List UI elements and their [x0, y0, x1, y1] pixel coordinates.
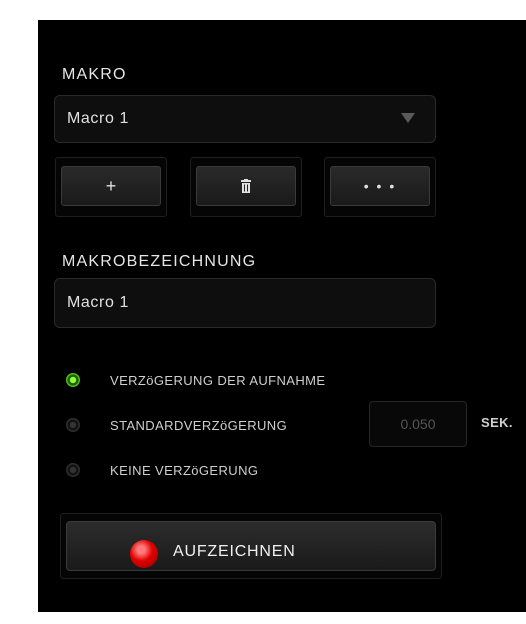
- more-options-button[interactable]: • • •: [330, 166, 430, 206]
- default-delay-input[interactable]: 0.050: [369, 401, 467, 447]
- macro-section-title: MAKRO: [62, 66, 127, 83]
- plus-icon: +: [105, 175, 117, 196]
- default-delay-label: STANDARDVERZöGERUNG: [110, 418, 288, 433]
- record-button-label: AUFZEICHNEN: [173, 543, 296, 560]
- record-button-frame: AUFZEICHNEN: [60, 513, 442, 579]
- delay-unit-label: SEK.: [481, 415, 513, 430]
- trash-icon: [241, 179, 251, 193]
- macro-name-title: MAKROBEZEICHNUNG: [62, 253, 257, 270]
- radio-record-delay[interactable]: [66, 373, 80, 387]
- add-macro-button[interactable]: +: [61, 166, 161, 206]
- record-button[interactable]: AUFZEICHNEN: [66, 521, 436, 571]
- macro-name-input[interactable]: Macro 1: [54, 278, 436, 328]
- no-delay-label: KEINE VERZöGERUNG: [110, 463, 259, 478]
- delete-macro-button-frame: [190, 157, 302, 217]
- macro-name-value: Macro 1: [67, 294, 129, 311]
- record-delay-label: VERZöGERUNG DER AUFNAHME: [110, 373, 326, 388]
- radio-default-delay[interactable]: [66, 418, 80, 432]
- macro-select-value: Macro 1: [67, 110, 129, 127]
- macro-select-dropdown[interactable]: Macro 1: [54, 95, 436, 143]
- more-options-button-frame: • • •: [324, 157, 436, 217]
- record-icon: [130, 540, 158, 568]
- more-icon: • • •: [363, 178, 397, 194]
- chevron-down-icon: [401, 113, 415, 123]
- radio-no-delay[interactable]: [66, 463, 80, 477]
- delete-macro-button[interactable]: [196, 166, 296, 206]
- add-macro-button-frame: +: [55, 157, 167, 217]
